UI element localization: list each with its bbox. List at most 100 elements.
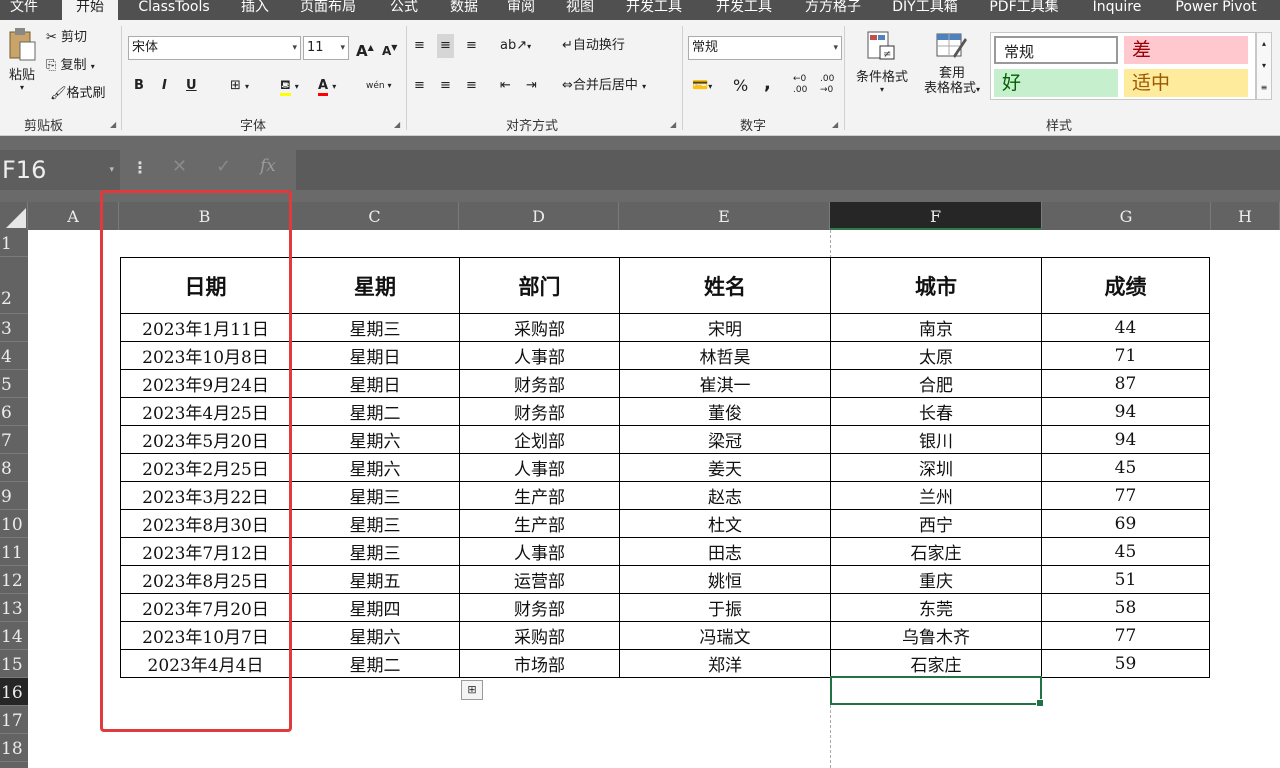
table-cell[interactable]: 59 [1041,649,1210,678]
row-header-16[interactable]: 16 [0,678,28,706]
align-left-button[interactable]: ≡ [414,74,425,98]
column-header-d[interactable]: D [459,202,619,230]
more-options-icon[interactable]: ⋮ [132,158,148,177]
table-cell[interactable]: 51 [1041,565,1210,594]
row-header-1[interactable]: 1 [0,230,28,257]
row-header-3[interactable]: 3 [0,314,28,342]
table-cell[interactable]: 星期日 [290,369,460,398]
table-cell[interactable]: 乌鲁木齐 [830,621,1042,650]
table-cell[interactable]: 财务部 [459,397,620,426]
table-cell[interactable]: 星期四 [290,593,460,622]
row-header-9[interactable]: 9 [0,482,28,510]
table-cell[interactable]: 宋明 [619,313,831,342]
table-cell[interactable]: 星期二 [290,397,460,426]
increase-decimal-button[interactable]: ←0.00 [793,74,807,98]
table-cell[interactable]: 58 [1041,593,1210,622]
table-cell[interactable]: 西宁 [830,509,1042,538]
table-cell[interactable]: 市场部 [459,649,620,678]
row-header-14[interactable]: 14 [0,622,28,650]
tab-9[interactable]: 开发工具 [612,0,696,20]
tab-4[interactable]: 页面布局 [286,0,370,20]
table-cell[interactable]: 运营部 [459,565,620,594]
style-normal[interactable]: 常规 [994,36,1118,64]
table-cell[interactable]: 星期二 [290,649,460,678]
dialog-launcher-icon[interactable]: ◢ [394,120,400,129]
table-cell[interactable]: 星期六 [290,621,460,650]
align-middle-button[interactable]: ≡ [437,34,454,58]
select-all-button[interactable] [0,202,28,230]
comma-button[interactable]: , [764,72,771,96]
table-cell[interactable]: 生产部 [459,509,620,538]
table-cell[interactable]: 重庆 [830,565,1042,594]
grow-font-button[interactable]: A▲ [356,36,374,60]
header-cell[interactable]: 部门 [459,257,620,314]
table-cell[interactable]: 合肥 [830,369,1042,398]
formula-input[interactable] [296,150,1280,190]
font-color-button[interactable]: A ▾ [318,74,336,98]
table-cell[interactable]: 于振 [619,593,831,622]
table-cell[interactable]: 45 [1041,537,1210,566]
row-header-7[interactable]: 7 [0,426,28,454]
table-cell[interactable]: 星期五 [290,565,460,594]
table-cell[interactable]: 77 [1041,621,1210,650]
table-cell[interactable]: 银川 [830,425,1042,454]
column-header-c[interactable]: C [291,202,459,230]
table-cell[interactable]: 94 [1041,397,1210,426]
accounting-format-button[interactable]: 💳▾ [692,74,712,98]
table-cell[interactable]: 45 [1041,453,1210,482]
decrease-decimal-button[interactable]: .00 →0 [820,74,834,98]
row-header-8[interactable]: 8 [0,454,28,482]
font-size-select[interactable]: 11 ▾ [303,36,349,60]
row-header-13[interactable]: 13 [0,594,28,622]
shrink-font-button[interactable]: A▼ [382,36,397,60]
tab-7[interactable]: 审阅 [496,0,546,20]
tab-5[interactable]: 公式 [376,0,432,20]
align-right-button[interactable]: ≡ [466,74,477,98]
row-header-17[interactable]: 17 [0,706,28,734]
table-cell[interactable]: 田志 [619,537,831,566]
table-cell[interactable]: 企划部 [459,425,620,454]
table-cell[interactable]: 姚恒 [619,565,831,594]
table-cell[interactable]: 星期日 [290,341,460,370]
row-header-15[interactable]: 15 [0,650,28,678]
borders-button[interactable]: ⊞ ▾ [230,74,249,98]
table-cell[interactable]: 生产部 [459,481,620,510]
table-cell[interactable]: 69 [1041,509,1210,538]
table-cell[interactable]: 太原 [830,341,1042,370]
tab-10[interactable]: 开发工具 [702,0,786,20]
tab-15[interactable]: Power Pivot [1160,0,1272,20]
header-cell[interactable]: 星期 [290,257,460,314]
table-cell[interactable]: 深圳 [830,453,1042,482]
tab-0[interactable]: 文件 [0,0,48,20]
table-cell[interactable]: 71 [1041,341,1210,370]
table-cell[interactable]: 44 [1041,313,1210,342]
italic-button[interactable]: I [162,74,167,98]
align-center-button[interactable]: ≡ [440,74,451,98]
row-header-12[interactable]: 12 [0,566,28,594]
row-header-10[interactable]: 10 [0,510,28,538]
table-cell[interactable]: 崔淇一 [619,369,831,398]
table-cell[interactable]: 77 [1041,481,1210,510]
row-header-11[interactable]: 11 [0,538,28,566]
format-painter-button[interactable]: 🖌格式刷 [50,82,106,106]
tab-6[interactable]: 数据 [440,0,488,20]
table-cell[interactable]: 郑洋 [619,649,831,678]
dialog-launcher-icon[interactable]: ◢ [832,120,838,129]
table-cell[interactable]: 长春 [830,397,1042,426]
tab-14[interactable]: Inquire [1080,0,1154,20]
gallery-scroll[interactable]: ▴ ▾ ≡ [1256,32,1272,100]
align-bottom-button[interactable]: ≡ [466,34,477,58]
table-cell[interactable]: 东莞 [830,593,1042,622]
insert-function-icon[interactable]: fx [260,156,276,176]
header-cell[interactable]: 城市 [830,257,1042,314]
table-cell[interactable]: 采购部 [459,313,620,342]
table-cell[interactable]: 梁冠 [619,425,831,454]
dialog-launcher-icon[interactable]: ◢ [110,120,116,129]
table-cell[interactable]: 石家庄 [830,649,1042,678]
tab-13[interactable]: PDF工具集 [976,0,1072,20]
cut-button[interactable]: ✂ 剪切 [46,26,87,50]
style-good[interactable]: 好 [994,69,1118,97]
table-cell[interactable]: 星期三 [290,537,460,566]
table-cell[interactable]: 星期三 [290,509,460,538]
style-bad[interactable]: 差 [1124,36,1248,64]
